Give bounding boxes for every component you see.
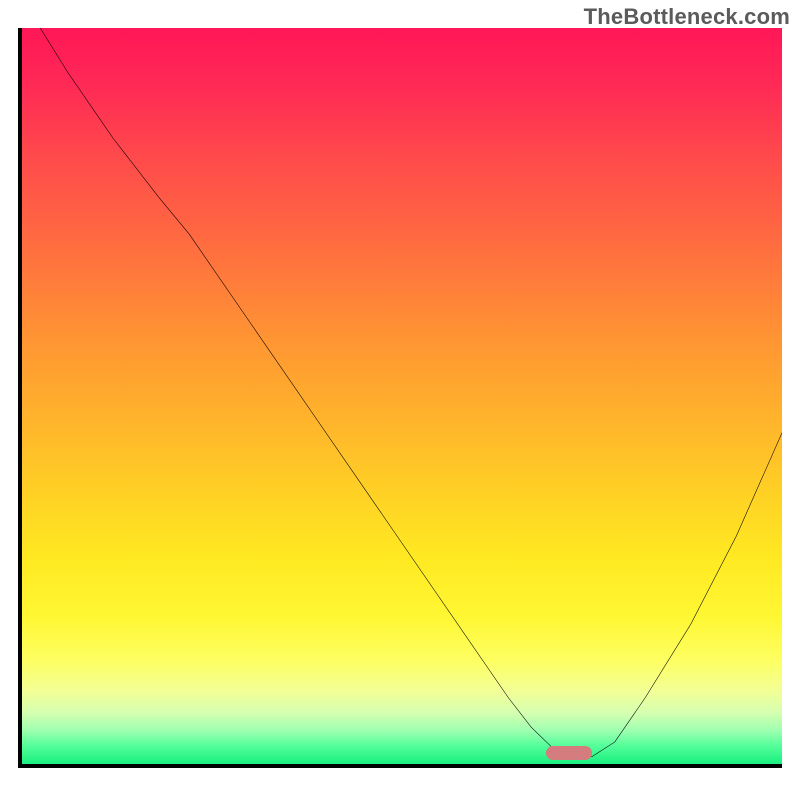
- optimal-marker: [546, 746, 592, 761]
- chart-stage: TheBottleneck.com: [0, 0, 800, 800]
- plot-area: [18, 28, 782, 768]
- bottleneck-curve: [22, 28, 782, 764]
- curve-path: [22, 28, 782, 757]
- watermark-text: TheBottleneck.com: [584, 4, 790, 30]
